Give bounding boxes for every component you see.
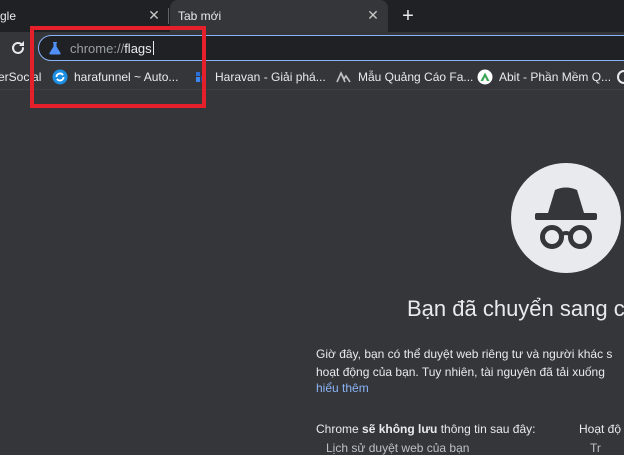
site-icon	[617, 70, 624, 84]
not-saved-post: thông tin sau đây:	[437, 422, 536, 436]
incognito-icon	[511, 163, 621, 273]
close-icon[interactable]: ✕	[366, 8, 380, 22]
description-line: Giờ đây, bạn có thể duyệt web riêng tư v…	[316, 347, 613, 361]
description-line: hoạt động của bạn. Tuy nhiên, tài nguyên…	[316, 365, 605, 379]
visible-activity-heading: Hoạt độ	[579, 422, 622, 436]
visible-activity-item: Tr	[590, 441, 601, 455]
page-title: Bạn đã chuyển sang chế	[407, 296, 624, 321]
tab-label: gle	[0, 9, 17, 23]
bookmark-label: Mẫu Quảng Cáo Fa...	[358, 70, 474, 84]
tab-label: Tab mới	[178, 9, 222, 23]
mountain-logo-icon	[336, 71, 351, 83]
not-saved-heading: Chrome sẽ không lưu thông tin sau đây:	[316, 422, 535, 436]
abit-icon	[477, 69, 493, 85]
learn-more-link[interactable]: hiểu thêm	[316, 381, 369, 395]
not-saved-bold: sẽ không lưu	[362, 422, 438, 436]
not-saved-pre: Chrome	[316, 422, 363, 436]
reload-button[interactable]	[8, 38, 28, 58]
new-tab-button[interactable]: +	[398, 6, 418, 26]
close-icon[interactable]: ✕	[147, 8, 161, 22]
highlight-box	[30, 26, 206, 108]
not-saved-item: Lịch sử duyệt web của bạn	[326, 441, 470, 455]
tab-divider	[168, 8, 169, 24]
bookmark-label: Haravan - Giải phá...	[215, 70, 326, 84]
description: Giờ đây, bạn có thể duyệt web riêng tư v…	[316, 345, 612, 381]
bookmark-label: Abit - Phần Mềm Q...	[499, 70, 612, 84]
reload-icon	[12, 41, 24, 54]
